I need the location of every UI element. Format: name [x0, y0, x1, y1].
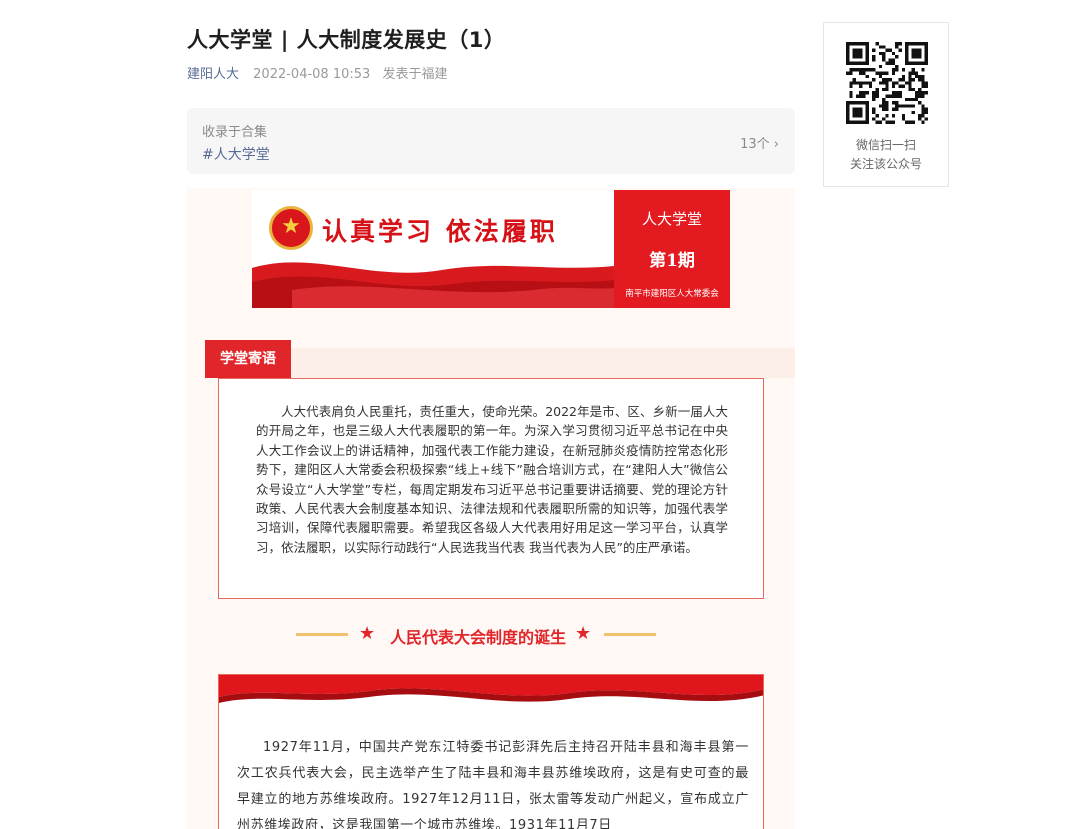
article-content: 认真学习 依法履职 人大学堂 第1期 南平市建阳区人大常委会 学堂寄语 人大代表…	[187, 188, 795, 829]
star-icon: ★	[359, 623, 376, 644]
album-tag[interactable]: #人大学堂	[202, 144, 270, 164]
album-card[interactable]: 收录于合集 #人大学堂 13个 ›	[187, 108, 795, 174]
intro-box: 人大代表肩负人民重托，责任重大，使命光荣。2022年是市、区、乡新一届人大的开局…	[218, 378, 764, 599]
author-link[interactable]: 建阳人大	[187, 67, 239, 82]
ribbon-wave	[219, 675, 763, 703]
article-meta: 建阳人大 2022-04-08 10:53 发表于福建	[187, 63, 447, 82]
banner-side-title: 人大学堂	[641, 210, 702, 228]
section-heading: ★ 人民代表大会制度的诞生 ★	[187, 620, 795, 648]
publish-location: 发表于福建	[382, 67, 448, 82]
article-title: 人大学堂 | 人大制度发展史（1）	[187, 28, 506, 52]
album-count[interactable]: 13个 ›	[740, 133, 779, 152]
history-text: 1927年11月，中国共产党东江特委书记彭湃先后主持召开陆丰县和海丰县第一次工农…	[237, 740, 749, 829]
qr-caption-follow: 关注该公众号	[849, 157, 922, 171]
section-header-bar	[205, 348, 795, 378]
qr-card: 微信扫一扫 关注该公众号	[823, 22, 949, 187]
album-label: 收录于合集	[202, 125, 268, 140]
banner-image: 认真学习 依法履职 人大学堂 第1期 南平市建阳区人大常委会	[252, 190, 730, 308]
national-emblem-icon	[269, 206, 313, 250]
banner-wave	[252, 262, 614, 308]
qr-caption-scan: 微信扫一扫	[855, 138, 916, 152]
heading-text: 人民代表大会制度的诞生	[389, 628, 566, 647]
publish-time: 2022-04-08 10:53	[253, 67, 371, 82]
star-icon: ★	[575, 623, 592, 644]
banner-org: 南平市建阳区人大常委会	[625, 289, 719, 299]
section-tab: 学堂寄语	[205, 340, 291, 378]
history-box: 1927年11月，中国共产党东江特委书记彭湃先后主持召开陆丰县和海丰县第一次工农…	[218, 674, 764, 829]
heading-line-left	[296, 633, 348, 636]
heading-line-right	[604, 633, 656, 636]
banner-slogan: 认真学习 依法履职	[322, 217, 558, 246]
banner-issue: 第1期	[649, 251, 695, 271]
banner-side-panel: 人大学堂 第1期 南平市建阳区人大常委会	[614, 190, 730, 308]
intro-text: 人大代表肩负人民重托，责任重大，使命光荣。2022年是市、区、乡新一届人大的开局…	[256, 404, 728, 555]
qr-code-icon	[846, 42, 928, 124]
